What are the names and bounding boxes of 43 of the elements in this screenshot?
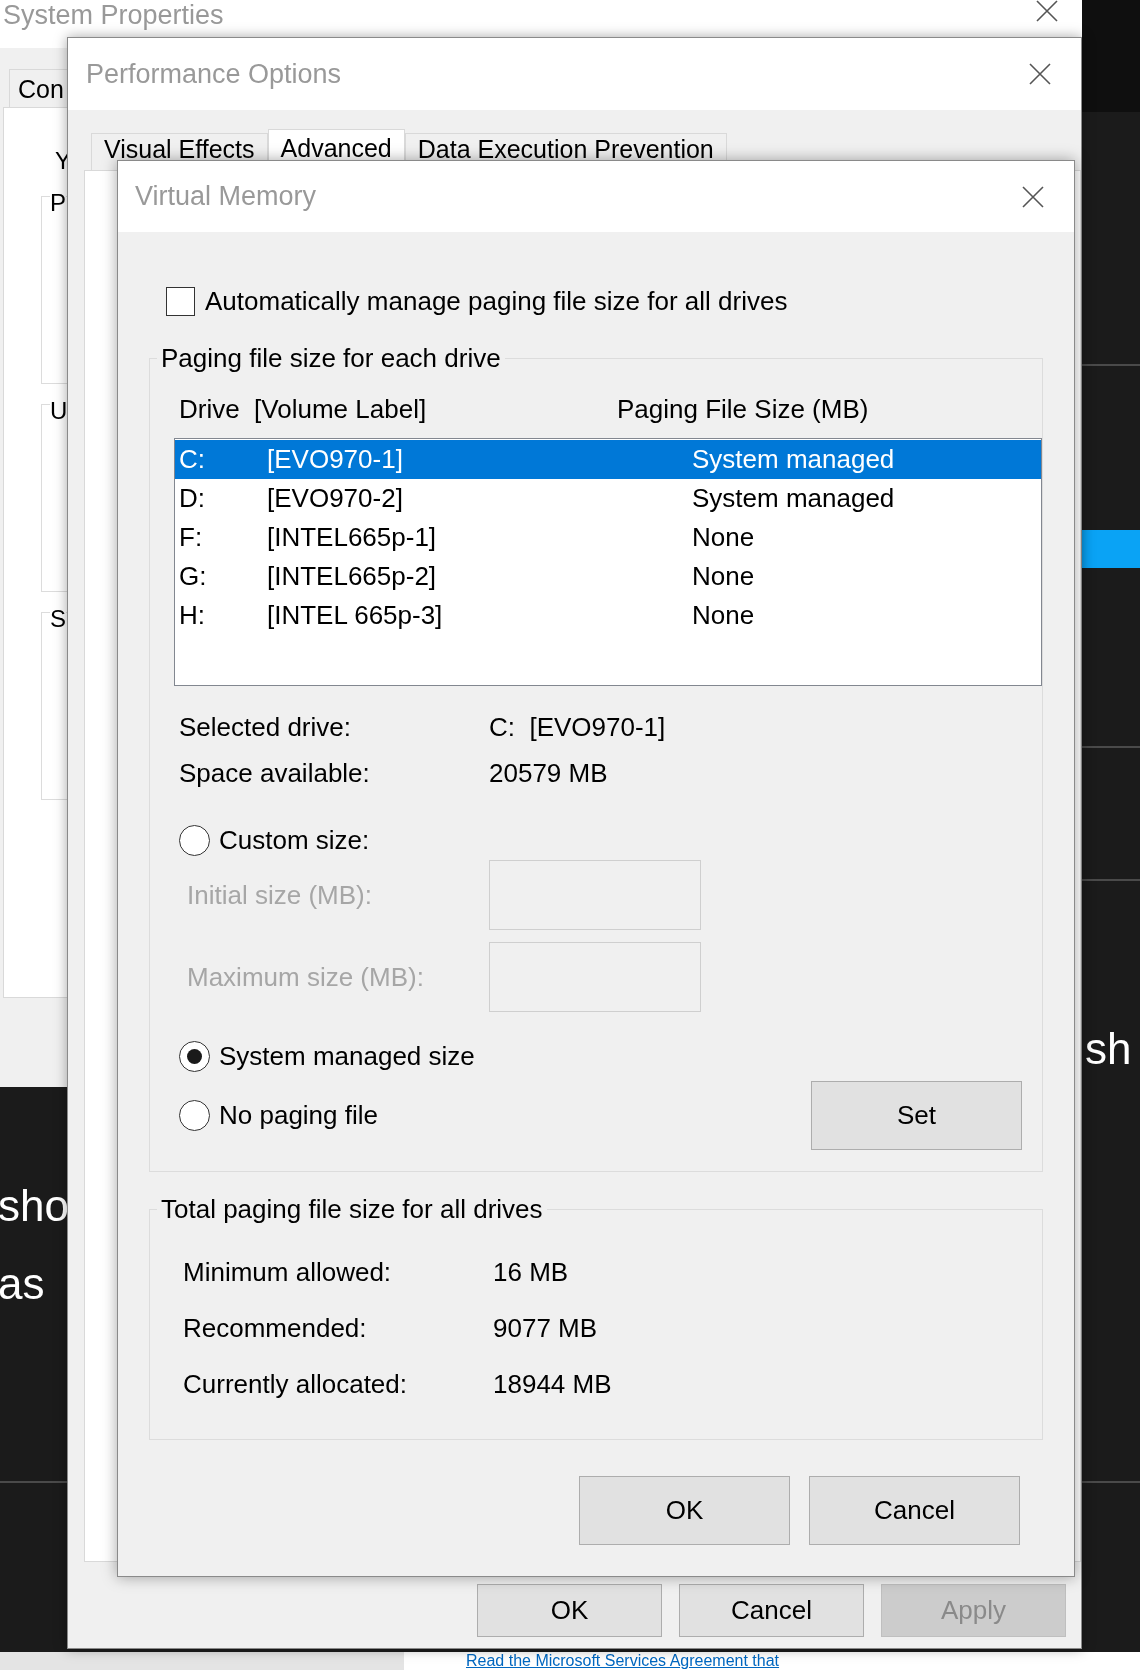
info-label: Recommended: bbox=[183, 1312, 368, 1344]
close-icon[interactable] bbox=[1022, 185, 1044, 208]
input-field[interactable] bbox=[489, 860, 701, 930]
set-button[interactable]: Set bbox=[811, 1081, 1022, 1150]
dialog-button[interactable]: Cancel bbox=[679, 1584, 864, 1637]
column-header: Drive [Volume Label] bbox=[179, 393, 428, 425]
window-title: Virtual Memory bbox=[135, 181, 317, 212]
info-label: Space available: bbox=[179, 757, 371, 789]
dialog-button[interactable]: OK bbox=[579, 1476, 790, 1545]
highlight-bar bbox=[1082, 530, 1140, 568]
field-label: Maximum size (MB): bbox=[187, 961, 425, 993]
radio-label: System managed size bbox=[219, 1040, 475, 1072]
input-field[interactable] bbox=[489, 942, 701, 1012]
drive-row[interactable]: G: [INTEL665p-2] None bbox=[175, 557, 1041, 596]
window-title: Performance Options bbox=[86, 58, 342, 90]
radio-label: Custom size: bbox=[219, 824, 370, 856]
drive-row[interactable]: C: [EVO970-1] System managed bbox=[175, 440, 1041, 479]
info-value: 16 MB bbox=[493, 1256, 569, 1288]
radio-label: No paging file bbox=[219, 1100, 378, 1131]
checkbox-label: Automatically manage paging file size for all drives bbox=[205, 285, 788, 317]
background-text: as bbox=[0, 1258, 45, 1310]
info-value: 20579 MB bbox=[489, 757, 608, 789]
checkbox[interactable] bbox=[166, 286, 195, 316]
radio-button[interactable] bbox=[179, 824, 210, 856]
close-icon[interactable] bbox=[1029, 63, 1051, 85]
drive-row[interactable]: D: [EVO970-2] System managed bbox=[175, 479, 1041, 518]
field-label: Initial size (MB): bbox=[187, 879, 373, 911]
dialog-button[interactable]: OK bbox=[477, 1584, 662, 1637]
info-label: Selected drive: bbox=[179, 711, 352, 743]
radio-button[interactable] bbox=[179, 1040, 210, 1072]
window-title: System Properties bbox=[3, 0, 224, 30]
drive-row[interactable]: F: [INTEL665p-1] None bbox=[175, 518, 1041, 557]
info-label: Currently allocated: bbox=[183, 1368, 408, 1400]
radio-button[interactable] bbox=[179, 1100, 210, 1131]
info-value: C: [EVO970-1] bbox=[489, 711, 666, 743]
dialog-button[interactable]: Cancel bbox=[809, 1476, 1020, 1545]
info-label: Minimum allowed: bbox=[183, 1256, 393, 1288]
info-value: 18944 MB bbox=[493, 1368, 612, 1400]
info-value: 9077 MB bbox=[493, 1312, 598, 1344]
drive-row[interactable]: H: [INTEL 665p-3] None bbox=[175, 596, 1041, 635]
close-icon[interactable] bbox=[1036, 0, 1058, 22]
background-text: sh bbox=[1085, 1023, 1132, 1075]
column-header: Paging File Size (MB) bbox=[617, 393, 869, 425]
